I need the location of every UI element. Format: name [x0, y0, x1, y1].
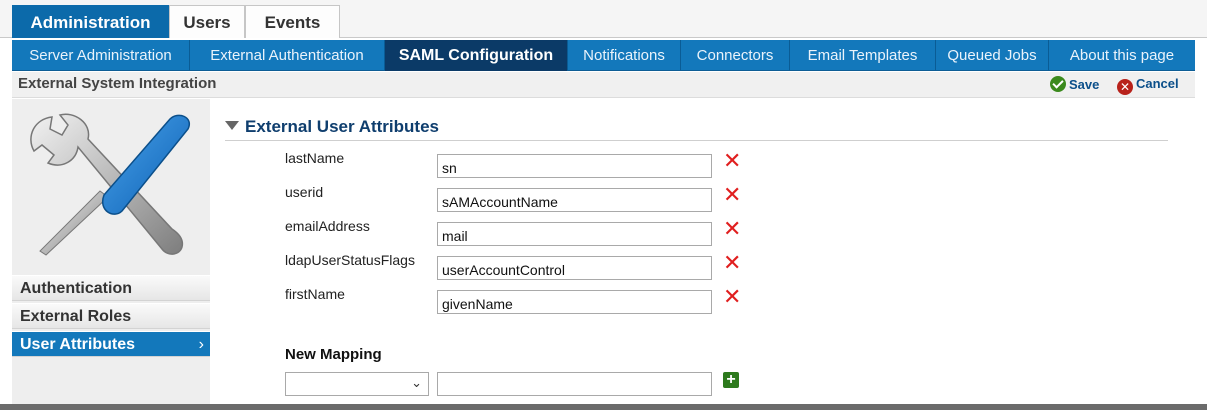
- new-mapping-label: New Mapping: [285, 346, 382, 363]
- sidebar-item-authentication[interactable]: Authentication: [12, 275, 210, 301]
- attribute-value-input[interactable]: [437, 222, 712, 246]
- subnav-notifications[interactable]: Notifications: [568, 40, 681, 71]
- collapse-triangle-icon: [225, 121, 239, 130]
- attribute-value-input[interactable]: [437, 256, 712, 280]
- sidebar-item-label: User Attributes: [20, 336, 135, 353]
- save-label: Save: [1069, 77, 1100, 92]
- add-plus-icon[interactable]: +: [723, 372, 739, 388]
- sub-navigation: Server Administration External Authentic…: [12, 40, 1195, 71]
- subnav-email-templates[interactable]: Email Templates: [790, 40, 936, 71]
- subnav-server-administration[interactable]: Server Administration: [12, 40, 190, 71]
- cancel-button[interactable]: ✕ Cancel: [1117, 76, 1179, 95]
- section-title: External User Attributes: [245, 117, 439, 136]
- divider: [225, 140, 1168, 141]
- attribute-name: firstName: [285, 286, 345, 302]
- tab-users[interactable]: Users: [169, 5, 245, 38]
- delete-x-icon[interactable]: ✕: [723, 286, 741, 308]
- attribute-value-input[interactable]: [437, 290, 712, 314]
- chevron-down-icon: ⌄: [411, 375, 422, 390]
- cancel-label: Cancel: [1136, 76, 1179, 91]
- tab-administration[interactable]: Administration: [12, 5, 169, 38]
- delete-x-icon[interactable]: ✕: [723, 150, 741, 172]
- delete-x-icon[interactable]: ✕: [723, 252, 741, 274]
- page-title: External System Integration: [18, 75, 217, 92]
- cancel-x-icon: ✕: [1117, 79, 1133, 95]
- sidebar-item-external-roles[interactable]: External Roles: [12, 303, 210, 329]
- checkmark-icon: [1050, 76, 1066, 92]
- wrench-screwdriver-icon: [30, 113, 191, 256]
- sidebar-item-user-attributes[interactable]: User Attributes ›: [12, 331, 210, 357]
- attribute-name: userid: [285, 184, 324, 200]
- subnav-about-this-page[interactable]: About this page: [1049, 40, 1195, 71]
- subnav-connectors[interactable]: Connectors: [681, 40, 790, 71]
- sidebar: Authentication External Roles User Attri…: [12, 99, 210, 404]
- attribute-name: lastName: [285, 150, 345, 166]
- attribute-name: emailAddress: [285, 218, 370, 234]
- subnav-saml-configuration[interactable]: SAML Configuration: [385, 40, 568, 71]
- new-mapping-attribute-select[interactable]: ⌄: [285, 372, 429, 396]
- tab-events[interactable]: Events: [245, 5, 340, 38]
- save-button[interactable]: Save: [1050, 76, 1099, 92]
- page-title-bar: External System Integration Save ✕ Cancel: [12, 72, 1195, 98]
- attribute-value-input[interactable]: [437, 154, 712, 178]
- section-header[interactable]: External User Attributes: [225, 117, 439, 137]
- attribute-name: ldapUserStatusFlags: [285, 252, 415, 268]
- top-tab-bar: Administration Users Events: [0, 0, 1207, 38]
- subnav-external-authentication[interactable]: External Authentication: [190, 40, 385, 71]
- new-mapping-value-input[interactable]: [437, 372, 712, 396]
- bottom-scrollbar[interactable]: [0, 404, 1207, 410]
- subnav-queued-jobs[interactable]: Queued Jobs: [936, 40, 1049, 71]
- attribute-value-input[interactable]: [437, 188, 712, 212]
- delete-x-icon[interactable]: ✕: [723, 184, 741, 206]
- chevron-right-icon: ›: [198, 336, 204, 353]
- delete-x-icon[interactable]: ✕: [723, 218, 741, 240]
